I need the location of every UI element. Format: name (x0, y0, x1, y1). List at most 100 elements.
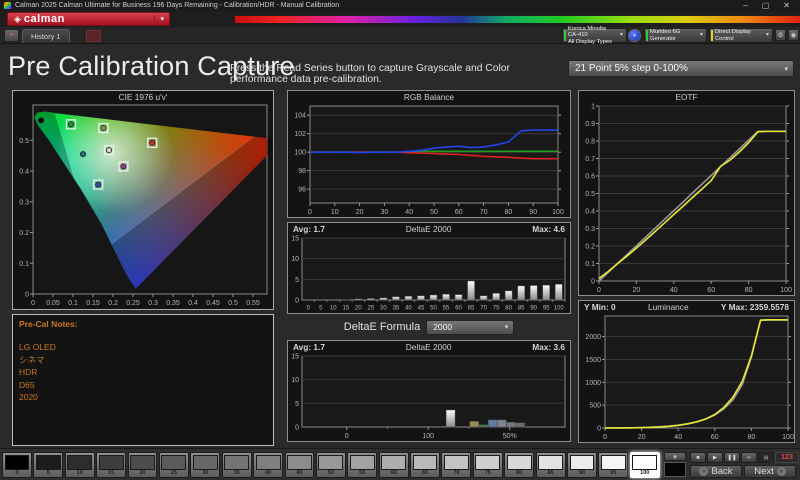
gray-patch-button-90[interactable]: 90 (567, 452, 597, 478)
deltae-max-label: Max: 4.6 (532, 224, 565, 234)
gray-patch-label: 40 (265, 469, 272, 476)
close-icon[interactable]: ✕ (783, 1, 790, 11)
svg-text:0.4: 0.4 (19, 169, 29, 176)
point-series-dropdown[interactable]: 21 Point 5% step 0-100% ▾ (568, 60, 794, 77)
svg-text:40: 40 (674, 434, 682, 441)
gray-patch-button-70[interactable]: 70 (441, 452, 472, 478)
gray-patch-button-55[interactable]: 55 (347, 452, 378, 478)
gray-patch-label: 50 (327, 469, 334, 476)
gray-swatch (67, 454, 93, 470)
gray-patch-label: 10 (76, 469, 83, 476)
svg-text:0: 0 (597, 426, 601, 433)
gray-patch-button-35[interactable]: 35 (221, 452, 252, 478)
svg-text:0.1: 0.1 (19, 261, 29, 268)
gray-patch-button-40[interactable]: 40 (253, 452, 284, 478)
gray-patch-button-45[interactable]: 45 (284, 452, 315, 478)
meter-mode-icon[interactable]: ▦ (758, 452, 774, 463)
gray-patch-button-20[interactable]: 20 (127, 452, 158, 478)
svg-text:90: 90 (529, 209, 537, 216)
display-control-name: Direct Display Control (715, 29, 751, 42)
svg-text:1500: 1500 (585, 357, 601, 364)
gray-patch-label: 60 (390, 469, 397, 476)
back-arrow-icon: « (699, 467, 709, 476)
svg-text:0.3: 0.3 (585, 226, 595, 233)
gray-patch-button-30[interactable]: 30 (190, 452, 221, 478)
tab-history-1[interactable]: History 1 (22, 29, 70, 43)
gray-patch-label: 0 (15, 469, 19, 476)
workflow-menu-button[interactable]: ● (4, 29, 19, 42)
gray-patch-button-15[interactable]: 15 (96, 452, 127, 478)
gray-swatch (632, 454, 658, 470)
titlebar: Calman 2025 Calman Ultimate for Business… (0, 0, 800, 11)
scope-icon[interactable]: ◉ (788, 29, 799, 41)
minimize-icon[interactable]: – (743, 1, 747, 11)
gray-swatch (318, 454, 344, 470)
gray-patch-button-0[interactable]: 0 (2, 452, 32, 478)
svg-text:35: 35 (393, 306, 400, 312)
back-button[interactable]: « Back (690, 465, 742, 478)
display-status-bar (711, 30, 713, 41)
gray-patch-button-95[interactable]: 95 (598, 452, 629, 478)
display-control-button[interactable]: Direct Display Control ▾ (709, 28, 773, 43)
meter-status-bar (564, 30, 566, 41)
gray-patch-button-60[interactable]: 60 (378, 452, 409, 478)
gray-patch-button-10[interactable]: 10 (64, 452, 95, 478)
deltae-color-title: DeltaE 2000 (405, 342, 452, 352)
svg-text:0: 0 (591, 279, 595, 286)
gray-patch-button-80[interactable]: 80 (504, 452, 535, 478)
play-icon[interactable]: ▶ (707, 452, 723, 463)
gray-patch-button-25[interactable]: 25 (158, 452, 189, 478)
gray-patch-button-65[interactable]: 65 (410, 452, 440, 478)
svg-text:50: 50 (430, 209, 438, 216)
gray-patch-button-50[interactable]: 50 (315, 452, 346, 478)
rgb-balance-plot: 96 98 100 102 104 0 10 20 30 40 50 60 70 80 90 100 (288, 103, 570, 217)
gray-patch-button-5[interactable]: 5 (33, 452, 64, 478)
svg-text:20: 20 (638, 434, 646, 441)
patch-window-preview[interactable] (664, 462, 686, 477)
rgb-balance-panel: RGB Balance 96 98 100 102 104 0 10 20 30 40 50 60 70… (287, 90, 571, 218)
svg-text:100: 100 (782, 434, 794, 441)
svg-text:98: 98 (298, 168, 306, 175)
svg-text:0: 0 (307, 306, 311, 312)
gray-patch-button-85[interactable]: 85 (535, 452, 566, 478)
svg-text:10: 10 (291, 377, 299, 384)
deltae-color-avg-label: Avg: 1.7 (293, 342, 325, 352)
eotf-title: EOTF (675, 92, 698, 102)
gray-patch-button-75[interactable]: 75 (472, 452, 503, 478)
gray-patch-label: 25 (170, 469, 177, 476)
svg-text:0: 0 (25, 292, 29, 299)
gray-patch-label: 65 (421, 469, 429, 476)
patch-window-button[interactable]: ◉ (664, 452, 686, 461)
loop-icon[interactable]: ∞ (741, 452, 757, 463)
next-button[interactable]: Next » (744, 465, 796, 478)
svg-text:95: 95 (543, 306, 550, 312)
stop-icon[interactable]: ■ (690, 452, 706, 463)
settings-gear-icon[interactable]: ⚙ (775, 29, 786, 41)
meter-led-icon[interactable]: ✦ (628, 29, 641, 42)
precal-notes-body: LG OLED シネマ HDR D65 2020 (19, 341, 267, 404)
tab-extra-button[interactable] (86, 30, 101, 42)
back-label: Back (711, 466, 733, 477)
gray-patch-button-100[interactable]: 100 (629, 452, 660, 478)
deltae-grayscale-plot: 0 5 10 15 0 5 10 15 20 25 30 35 40 45 50 55 60 65 70 75 80 85… (288, 235, 570, 313)
svg-text:30: 30 (381, 209, 389, 216)
gray-patch-label: 80 (516, 469, 523, 476)
transport-controls: ■ ▶ ❚❚ ∞ ▦ 123 (690, 452, 799, 463)
svg-text:0.5: 0.5 (19, 138, 29, 145)
generator-device-button[interactable]: Murideo 6G Generator ▾ (644, 28, 707, 43)
svg-text:0.5: 0.5 (228, 300, 238, 307)
svg-text:15: 15 (291, 354, 299, 361)
pause-icon[interactable]: ❚❚ (724, 452, 740, 463)
cie-chart-panel: CIE 1976 u'v' 0 0.1 0.2 0.3 0.4 0.5 0 0.05 0.1 0.… (12, 90, 283, 310)
deltae-formula-dropdown[interactable]: 2000 ▾ (426, 319, 515, 335)
svg-text:100: 100 (294, 150, 306, 157)
calman-menu-button[interactable]: ◈ calman ▾ (7, 12, 170, 26)
maximize-icon[interactable]: ▢ (762, 1, 770, 11)
gray-swatch (192, 454, 218, 470)
precal-notes-panel[interactable]: Pre-Cal Notes: LG OLED シネマ HDR D65 2020 (12, 314, 274, 446)
chevron-down-icon: ▾ (154, 15, 164, 23)
point-counter: 123 (775, 452, 799, 463)
meter-device-button[interactable]: Konica Minolta CA-410 All Display Types … (562, 26, 627, 45)
svg-text:500: 500 (589, 403, 601, 410)
svg-text:90: 90 (530, 306, 537, 312)
